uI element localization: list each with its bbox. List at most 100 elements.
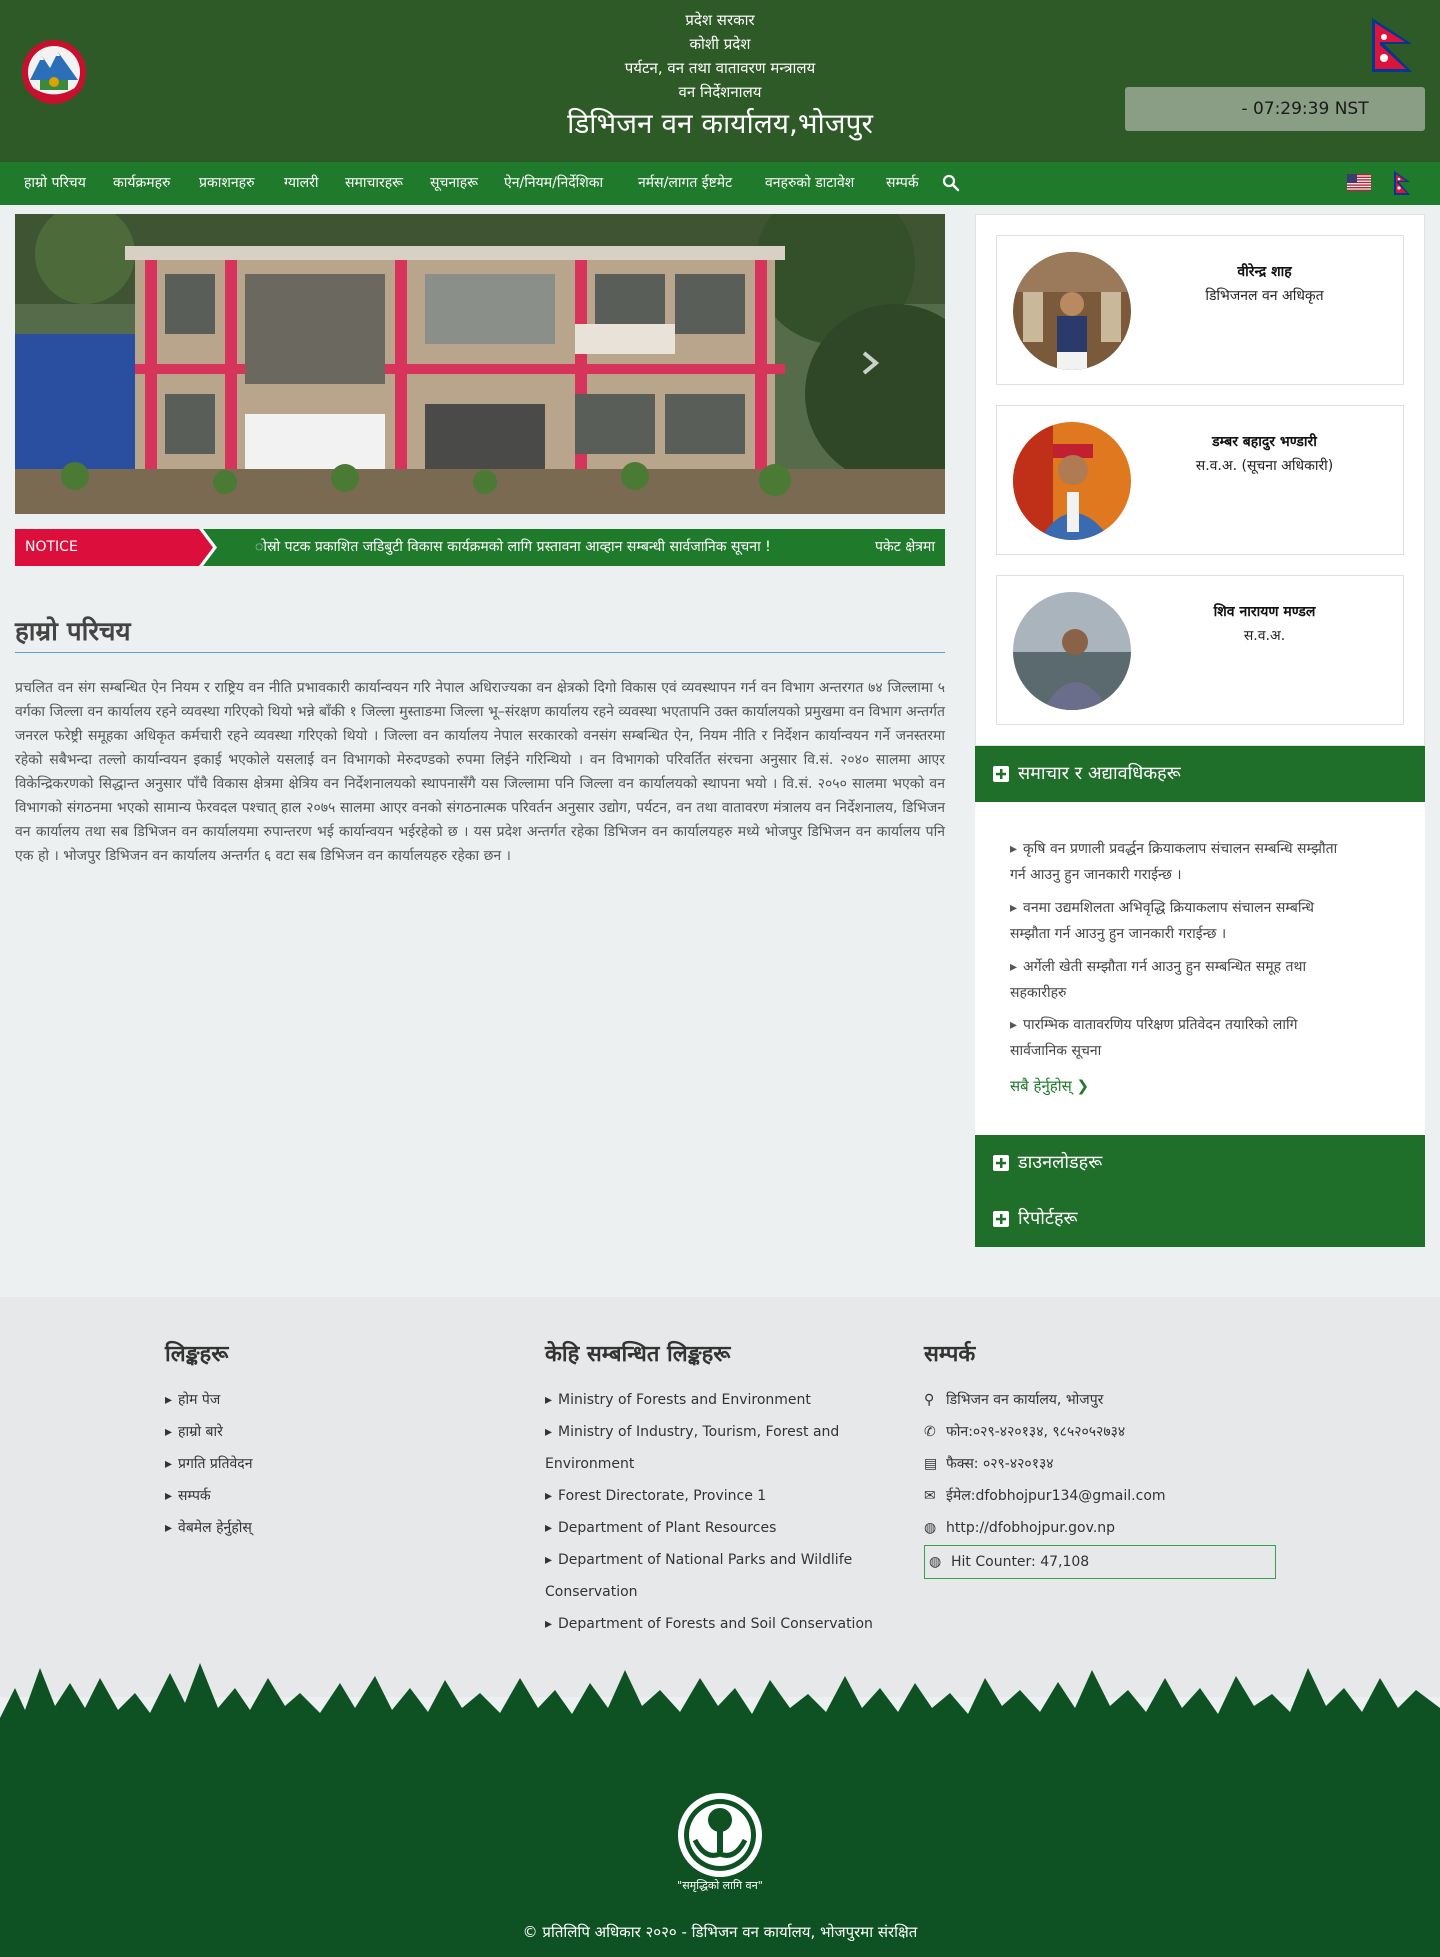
view-all-news-link[interactable]: सबै हेर्नुहोस् ❯ [1010, 1076, 1089, 1096]
search-icon[interactable] [942, 174, 960, 192]
news-item[interactable]: ▸ पारम्भिक वातावरणिय परिक्षण प्रतिवेदन तय… [1010, 1012, 1400, 1064]
main-nav: हाम्रो परिचय कार्यक्रमहरु प्रकाशनहरु ग्य… [0, 162, 1440, 205]
nepal-flag-icon [1372, 18, 1412, 72]
news-panel-header[interactable]: समाचार र अद्यावधिकहरू [975, 746, 1425, 802]
copyright-text: © प्रतिलिपि अधिकार २०२० - डिभिजन वन कार्… [522, 1923, 918, 1941]
avatar [1013, 422, 1131, 540]
news-list: ▸ कृषि वन प्रणाली प्रवर्द्धन क्रियाकलाप स… [975, 802, 1425, 1135]
officer-card: डम्बर बहादुर भण्डारी स.व.अ. (सूचना अधिका… [996, 405, 1404, 555]
english-language-flag-icon[interactable] [1347, 174, 1371, 191]
nav-item-about[interactable]: हाम्रो परिचय [24, 162, 86, 205]
avatar [1013, 252, 1131, 370]
hit-counter: ◍ Hit Counter: 47,108 [924, 1545, 1276, 1579]
officer-card: शिव नारायण मण्डल स.व.अ. [996, 575, 1404, 725]
notice-text[interactable]: ोस्रो पटक प्रकाशित जडिबुटी विकास कार्यक्… [255, 529, 771, 566]
footer-link-webmail[interactable]: ▸ वेबमेल हेर्नुहोस् [165, 1512, 252, 1544]
caret-right-icon: ▸ [1010, 841, 1018, 857]
envelope-icon: ✉ [924, 1488, 936, 1504]
officer-name: डम्बर बहादुर भण्डारी [1212, 434, 1317, 450]
bottom-slogan: "समृद्धिको लागि वन" [677, 1879, 763, 1892]
globe-icon: ◍ [924, 1520, 937, 1536]
nav-item-news[interactable]: समाचारहरू [345, 162, 403, 205]
expand-plus-icon [993, 1211, 1009, 1227]
caret-right-icon: ▸ [545, 1488, 553, 1504]
officer-role: स.व.अ. (सूचना अधिकारी) [1195, 458, 1334, 474]
notice-text-next[interactable]: पकेट क्षेत्रमा [875, 529, 935, 566]
caret-right-icon: ▸ [165, 1424, 173, 1440]
news-item[interactable]: ▸ अर्गेली खेती सम्झौता गर्न आउनु हुन सम्ब… [1010, 954, 1400, 1006]
nst-clock: - 07:29:39 NST [1125, 87, 1425, 131]
caret-right-icon: ▸ [165, 1456, 173, 1472]
nav-item-programs[interactable]: कार्यक्रमहरु [113, 162, 170, 205]
caret-right-icon: ▸ [545, 1392, 553, 1408]
fax-icon: ▤ [924, 1456, 938, 1472]
footer-link-home[interactable]: ▸ होम पेज [165, 1384, 220, 1416]
caret-right-icon: ▸ [165, 1488, 173, 1504]
related-link-national-parks[interactable]: ▸ Department of National Parks and Wildli… [545, 1544, 852, 1576]
related-link-forest-directorate[interactable]: ▸ Forest Directorate, Province 1 [545, 1480, 766, 1512]
nav-item-acts-rules[interactable]: ऐन/नियम/निर्देशिका [504, 162, 603, 205]
nav-item-norms[interactable]: नर्मस/लागत ईष्टमेट [638, 162, 732, 205]
chevron-right-icon: ❯ [1076, 1077, 1090, 1095]
officer-name: शिव नारायण मण्डल [1213, 604, 1316, 620]
contact-phone: ✆ फोन:०२९-४२०१३४, ९८५२०५२७३४ [924, 1416, 1125, 1448]
phone-icon: ✆ [924, 1424, 936, 1440]
nav-item-gallery[interactable]: ग्यालरी [284, 162, 319, 205]
contact-email[interactable]: ✉ ईमेल:dfobhojpur134@gmail.com [924, 1480, 1166, 1512]
contact-address: ⚲ डिभिजन वन कार्यालय, भोजपुर [924, 1384, 1103, 1416]
news-panel-title: समाचार र अद्यावधिकहरू [1018, 763, 1181, 784]
nav-item-forest-database[interactable]: वनहरुको डाटावेश [765, 162, 854, 205]
contact-fax: ▤ फैक्स: ०२९-४२०१३४ [924, 1448, 1054, 1480]
downloads-panel-header[interactable]: डाउनलोडहरू [975, 1135, 1425, 1191]
nepali-language-flag-icon[interactable] [1393, 170, 1411, 196]
reports-panel-header[interactable]: रिपोर्टहरू [975, 1191, 1425, 1247]
forest-silhouette-decoration [0, 1663, 1440, 1748]
related-link-forests-soil[interactable]: ▸ Department of Forests and Soil Conserva… [545, 1608, 873, 1640]
avatar [1013, 592, 1131, 710]
officer-card: वीरेन्द्र शाह डिभिजनल वन अधिकृत [996, 235, 1404, 385]
nav-item-publications[interactable]: प्रकाशनहरु [199, 162, 254, 205]
footer-link-progress-report[interactable]: ▸ प्रगति प्रतिवेदन [165, 1448, 253, 1480]
news-item[interactable]: ▸ कृषि वन प्रणाली प्रवर्द्धन क्रियाकलाप स… [1010, 836, 1400, 888]
officer-role: स.व.अ. [1243, 628, 1286, 644]
caret-right-icon: ▸ [545, 1552, 553, 1568]
office-building-photo [15, 214, 945, 514]
officer-role: डिभिजनल वन अधिकृत [1205, 288, 1324, 304]
department-of-forests-logo [678, 1793, 762, 1877]
contact-website[interactable]: ◍ http://dfobhojpur.gov.np [924, 1512, 1115, 1544]
related-link-ministry-industry[interactable]: ▸ Ministry of Industry, Tourism, Forest a… [545, 1416, 839, 1448]
downloads-panel-title: डाउनलोडहरू [1018, 1152, 1103, 1173]
caret-right-icon: ▸ [165, 1392, 173, 1408]
notice-label: NOTICE [15, 529, 203, 566]
ministry-label: पर्यटन, वन तथा वातावरण मन्त्रालय [624, 59, 816, 77]
news-item[interactable]: ▸ वनमा उद्यमशिलता अभिवृद्धि क्रियाकलाप सं… [1010, 895, 1400, 947]
reports-panel-title: रिपोर्टहरू [1018, 1208, 1078, 1229]
related-link-ministry-forests[interactable]: ▸ Ministry of Forests and Environment [545, 1384, 811, 1416]
about-divider [15, 652, 945, 653]
nav-item-notices[interactable]: सूचनाहरू [430, 162, 478, 205]
slider-next-arrow-icon[interactable] [855, 345, 885, 381]
caret-right-icon: ▸ [545, 1520, 553, 1536]
notice-arrow-shape [187, 529, 217, 566]
nav-item-contact[interactable]: सम्पर्क [886, 162, 919, 205]
related-link-national-parks-cont[interactable]: Conservation [545, 1576, 638, 1608]
caret-right-icon: ▸ [545, 1424, 553, 1440]
footer-link-contact[interactable]: ▸ सम्पर्क [165, 1480, 211, 1512]
globe-icon: ◍ [929, 1554, 942, 1570]
about-heading: हाम्रो परिचय [15, 617, 131, 647]
footer-related-heading: केहि सम्बन्धित लिङ्कहरू [545, 1342, 731, 1367]
about-paragraph: प्रचलित वन संग सम्बन्धित ऐन नियम र राष्ट… [15, 680, 945, 864]
notice-ticker: ोस्रो पटक प्रकाशित जडिबुटी विकास कार्यक्… [15, 529, 945, 566]
related-link-ministry-industry-cont[interactable]: Environment [545, 1448, 634, 1480]
related-link-plant-resources[interactable]: ▸ Department of Plant Resources [545, 1512, 776, 1544]
province-label: कोशी प्रदेश [689, 35, 751, 53]
footer-link-about[interactable]: ▸ हाम्रो बारे [165, 1416, 223, 1448]
caret-right-icon: ▸ [165, 1520, 173, 1536]
officer-name: वीरेन्द्र शाह [1237, 264, 1292, 280]
officers-panel: वीरेन्द्र शाह डिभिजनल वन अधिकृत डम्बर बह… [975, 214, 1425, 746]
footer-links-heading: लिङ्कहरू [165, 1342, 229, 1367]
map-marker-icon: ⚲ [924, 1392, 935, 1408]
caret-right-icon: ▸ [1010, 959, 1018, 975]
expand-plus-icon [993, 766, 1009, 782]
caret-right-icon: ▸ [545, 1616, 553, 1632]
